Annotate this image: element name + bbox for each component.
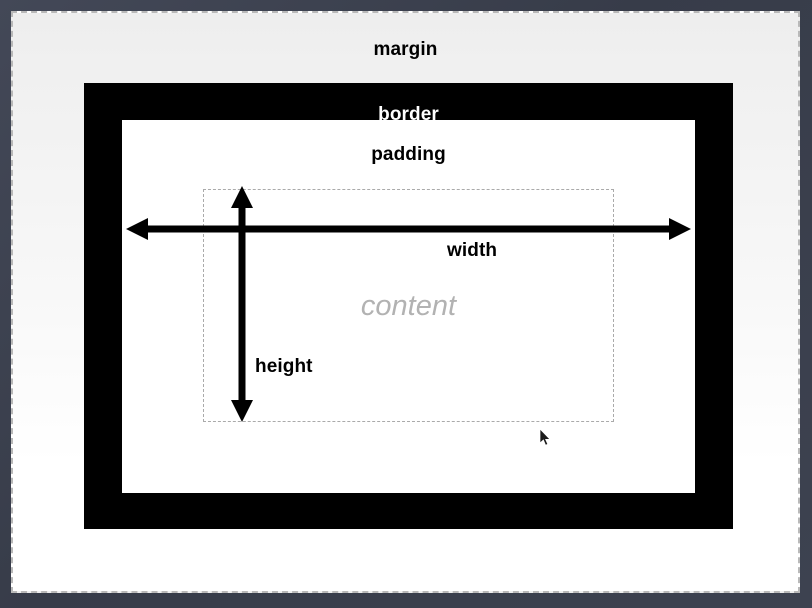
border-box: border padding content width height <box>84 83 733 529</box>
page-background: margin border padding content width heig… <box>0 0 812 608</box>
padding-label: padding <box>371 144 446 165</box>
margin-box: margin border padding content width heig… <box>11 11 800 593</box>
content-box: content <box>203 189 614 422</box>
margin-label: margin <box>373 39 438 60</box>
height-label: height <box>255 356 313 377</box>
padding-box: padding content width height <box>122 120 695 493</box>
content-label: content <box>360 290 457 322</box>
mouse-cursor-icon <box>539 428 552 447</box>
width-label: width <box>447 240 498 261</box>
